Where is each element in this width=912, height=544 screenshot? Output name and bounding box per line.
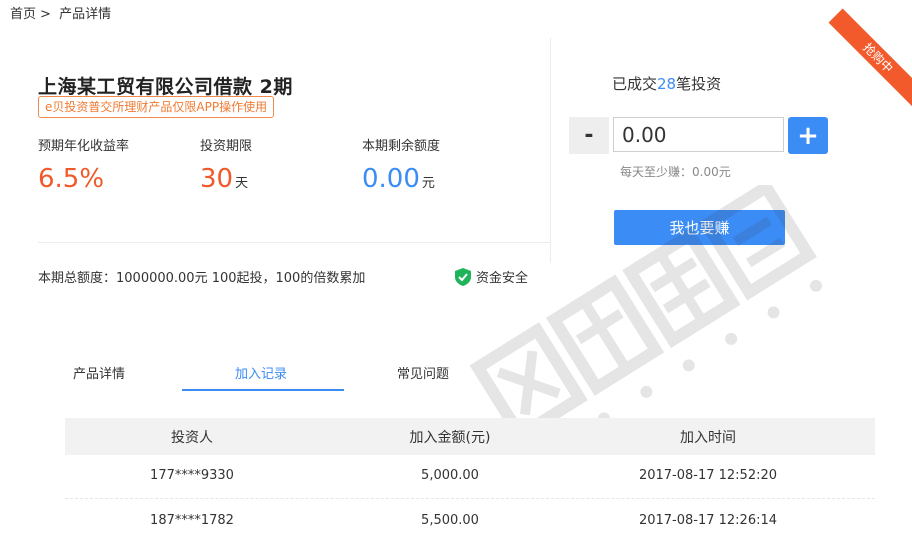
- divider: [38, 242, 550, 243]
- daily-earn-text: 每天至少赚：0.00元: [620, 165, 731, 179]
- stat-label: 预期年化收益率: [38, 139, 130, 154]
- stat-value: 0.00 元: [362, 164, 435, 194]
- tab-faq[interactable]: 常见问题: [397, 363, 449, 382]
- cell-investor: 177****9330: [150, 468, 234, 483]
- stat-annual-rate: 预期年化收益率 6.5%: [38, 135, 129, 194]
- stat-label: 投资期限: [200, 139, 253, 154]
- stat-unit: 天: [235, 176, 249, 191]
- stat-term: 投资期限 30 天: [200, 135, 252, 194]
- cell-amount: 5,000.00: [421, 468, 479, 483]
- stat-value: 6.5%: [38, 164, 105, 194]
- fund-safety: 资金安全: [455, 267, 528, 286]
- cell-amount: 5,500.00: [421, 513, 479, 528]
- column-header-time: 加入时间: [680, 430, 736, 446]
- invest-button[interactable]: 我也要赚: [614, 210, 785, 245]
- tab-join-records[interactable]: 加入记录: [235, 363, 287, 382]
- invest-amount-input[interactable]: [613, 117, 784, 152]
- breadcrumb: 首页 > 产品详情: [10, 3, 115, 22]
- cell-time: 2017-08-17 12:26:14: [638, 513, 778, 528]
- breadcrumb-home-link[interactable]: 首页: [10, 7, 36, 22]
- cell-time: 2017-08-17 12:52:20: [638, 468, 778, 483]
- product-tag: e贝投资普交所理财产品仅限APP操作使用: [38, 96, 275, 118]
- column-header-investor: 投资人: [171, 430, 213, 446]
- on-sale-ribbon: 抢购中: [828, 8, 912, 108]
- decrease-amount-button[interactable]: -: [569, 117, 609, 154]
- product-title: 上海某工贸有限公司借款 2期: [38, 76, 293, 98]
- fund-safety-label: 资金安全: [476, 271, 529, 286]
- table-header: 投资人 加入金额(元) 加入时间: [65, 418, 875, 455]
- breadcrumb-current: 产品详情: [59, 7, 112, 22]
- shield-check-icon: [455, 267, 471, 286]
- stat-unit: 元: [421, 176, 435, 191]
- stat-remaining: 本期剩余额度 0.00 元: [362, 135, 440, 194]
- deal-count: 已成交28笔投资: [612, 75, 722, 93]
- stat-value: 30 天: [200, 164, 249, 194]
- increase-amount-button[interactable]: +: [788, 117, 828, 154]
- row-divider: [65, 498, 875, 499]
- stat-label: 本期剩余额度: [362, 139, 441, 154]
- table-row: 187****1782 5,500.00 2017-08-17 12:26:14: [65, 500, 875, 544]
- tab-product-detail[interactable]: 产品详情: [73, 363, 125, 382]
- total-amount-note: 本期总额度：1000000.00元 100起投，100的倍数累加: [38, 271, 366, 286]
- column-header-amount: 加入金额(元): [409, 430, 491, 446]
- active-tab-indicator: [182, 389, 344, 391]
- table-row: 177****9330 5,000.00 2017-08-17 12:52:20: [65, 455, 875, 499]
- cell-investor: 187****1782: [150, 513, 234, 528]
- divider: [550, 38, 551, 263]
- deal-count-number: 28: [657, 75, 677, 93]
- breadcrumb-separator: >: [40, 7, 51, 22]
